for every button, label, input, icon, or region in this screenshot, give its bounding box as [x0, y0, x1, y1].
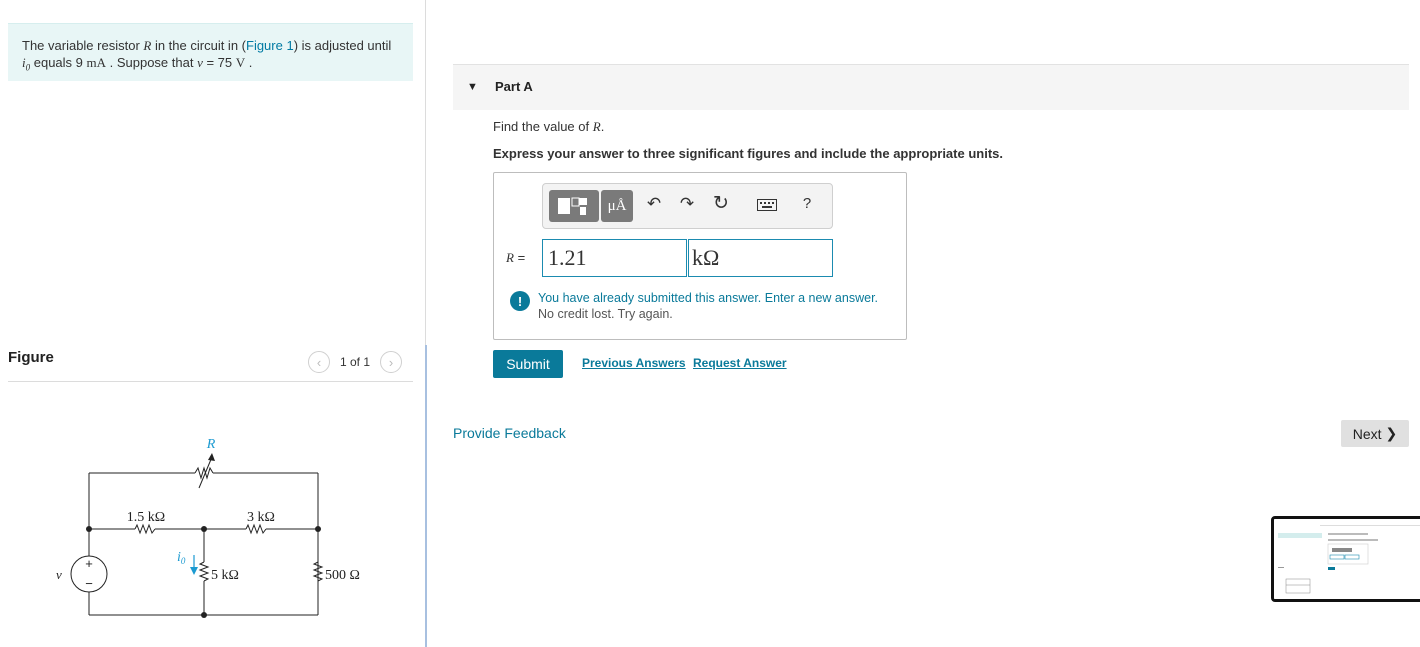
panel-resize-handle[interactable]	[425, 345, 427, 647]
label-v: v	[56, 567, 62, 582]
label-R: R	[206, 437, 216, 452]
request-answer-link[interactable]: Request Answer	[693, 356, 787, 370]
part-label: Part A	[495, 79, 533, 94]
problem-text: = 75	[202, 55, 236, 70]
alert-icon: !	[510, 291, 530, 311]
question-text: Find the value of R.	[493, 119, 605, 134]
unit-mA: mA	[86, 55, 107, 70]
chevron-left-icon[interactable]: ‹	[308, 351, 330, 373]
help-button[interactable]: ?	[795, 195, 819, 212]
page-thumbnail[interactable]	[1271, 516, 1420, 602]
answer-box: μÅ ↶ ↷ ↻ ? R = 1.21 kΩ ! You have alread…	[493, 172, 907, 340]
provide-feedback-link[interactable]: Provide Feedback	[453, 425, 566, 441]
units-button[interactable]: μÅ	[601, 190, 633, 222]
instruction-text: Express your answer to three significant…	[493, 146, 1003, 161]
figure-counter: 1 of 1	[340, 355, 371, 369]
submit-button[interactable]: Submit	[493, 350, 563, 378]
figure-link[interactable]: Figure 1	[246, 38, 294, 53]
problem-text: The variable resistor	[22, 38, 144, 53]
unit-V: V	[235, 55, 246, 70]
problem-text: .	[245, 55, 253, 70]
previous-answers-link[interactable]: Previous Answers	[582, 356, 686, 370]
templates-icon[interactable]	[549, 190, 599, 222]
figure-pager: ‹ 1 of 1 ›	[308, 351, 403, 373]
part-a-header[interactable]: ▼ Part A	[453, 64, 1409, 110]
plus-sign: +	[85, 556, 93, 571]
figure-divider	[8, 381, 413, 382]
answer-label: R =	[506, 250, 526, 265]
unit-input[interactable]: kΩ	[688, 239, 833, 277]
minus-sign: −	[85, 576, 93, 591]
chevron-right-icon[interactable]: ›	[380, 351, 403, 373]
label-r1: 1.5 kΩ	[127, 510, 165, 525]
problem-text: . Suppose that	[106, 55, 198, 70]
figure-title: Figure	[8, 349, 54, 366]
label-i0: i0	[177, 550, 186, 566]
problem-text: in the circuit in (	[151, 38, 246, 53]
caret-down-icon[interactable]: ▼	[467, 81, 478, 93]
redo-icon[interactable]: ↷	[675, 194, 699, 214]
label-r2: 3 kΩ	[247, 510, 275, 525]
undo-icon[interactable]: ↶	[642, 194, 666, 214]
chevron-right-icon: ❯	[1385, 425, 1398, 441]
next-button[interactable]: Next ❯	[1341, 420, 1409, 447]
keyboard-icon[interactable]	[755, 196, 779, 216]
reset-icon[interactable]: ↻	[709, 192, 733, 215]
value-input[interactable]: 1.21	[542, 239, 687, 277]
var-i0: i0	[22, 55, 31, 73]
alert-message: You have already submitted this answer. …	[538, 291, 879, 305]
alert-submessage: No credit lost. Try again.	[538, 307, 673, 321]
label-r4: 500 Ω	[325, 568, 360, 583]
label-r3: 5 kΩ	[211, 568, 239, 583]
math-toolbar: μÅ ↶ ↷ ↻ ?	[542, 183, 833, 229]
problem-text: equals 9	[30, 55, 87, 70]
circuit-diagram: + − R 1.5 kΩ 3 kΩ 5 kΩ 500 Ω v i0	[56, 437, 360, 618]
problem-text: ) is adjusted until	[293, 38, 392, 53]
problem-statement: The variable resistor R in the circuit i…	[8, 23, 413, 81]
